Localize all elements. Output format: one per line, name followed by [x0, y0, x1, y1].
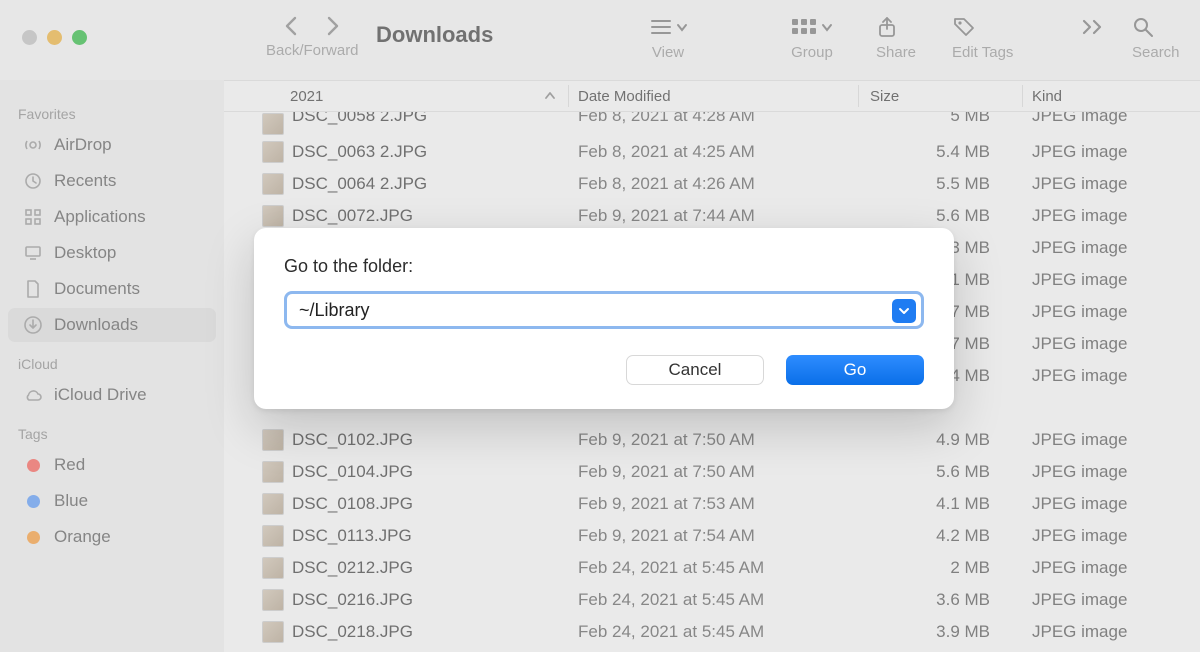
combobox-dropdown-button[interactable]	[892, 299, 916, 323]
dialog-actions: Cancel Go	[284, 355, 924, 385]
go-to-folder-dialog: Go to the folder: Cancel Go	[254, 228, 954, 409]
dialog-prompt: Go to the folder:	[284, 256, 924, 277]
cancel-button[interactable]: Cancel	[626, 355, 764, 385]
folder-path-combobox[interactable]	[284, 291, 924, 329]
chevron-down-icon	[898, 305, 910, 317]
finder-window: Back/Forward Downloads View Group Share	[0, 0, 1200, 652]
folder-path-input[interactable]	[287, 300, 921, 321]
go-button[interactable]: Go	[786, 355, 924, 385]
